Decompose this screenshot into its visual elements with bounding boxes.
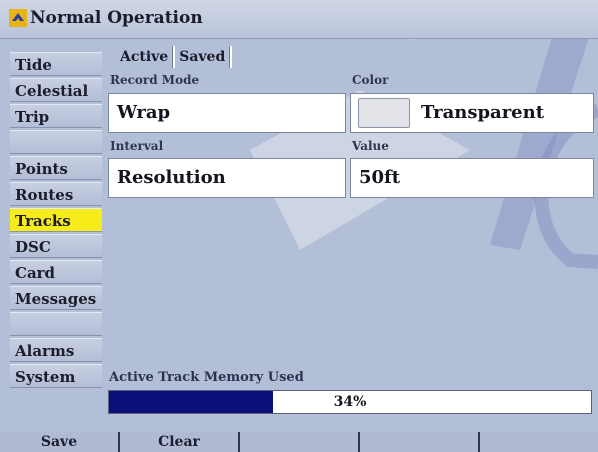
sidebar-item-celestial[interactable]: Celestial <box>10 78 102 102</box>
sidebar-item-disabled-1 <box>10 130 102 154</box>
tab-divider-end <box>229 46 233 68</box>
sidebar-item-tide[interactable]: Tide <box>10 52 102 76</box>
window-title: Normal Operation <box>30 8 203 28</box>
interval-field[interactable]: Resolution <box>108 158 346 198</box>
progress-percent-text: 34% <box>333 394 367 410</box>
tab-bar: Active Saved <box>117 46 233 68</box>
sidebar-item-trip[interactable]: Trip <box>10 104 102 128</box>
tab-divider <box>172 46 176 68</box>
title-bar: Normal Operation <box>0 0 598 39</box>
color-swatch <box>358 98 410 128</box>
softkey-4[interactable] <box>358 432 478 452</box>
tab-saved[interactable]: Saved <box>176 47 228 67</box>
track-memory-progress: 34% <box>108 390 592 414</box>
clear-softkey[interactable]: Clear <box>118 432 238 452</box>
sidebar-item-points[interactable]: Points <box>10 156 102 180</box>
value-field[interactable]: 50ft <box>350 158 594 198</box>
record-mode-field[interactable]: Wrap <box>108 93 346 133</box>
sidebar-item-card[interactable]: Card <box>10 260 102 284</box>
sidebar-item-disabled-2 <box>10 312 102 336</box>
interval-label: Interval <box>110 139 164 153</box>
app-logo-icon <box>9 9 27 27</box>
sidebar-item-alarms[interactable]: Alarms <box>10 338 102 362</box>
sidebar-item-dsc[interactable]: DSC <box>10 234 102 258</box>
save-softkey[interactable]: Save <box>0 432 118 452</box>
color-label: Color <box>352 73 389 87</box>
softkey-5[interactable] <box>478 432 598 452</box>
tab-active[interactable]: Active <box>117 47 171 67</box>
track-memory-label: Active Track Memory Used <box>109 370 304 385</box>
record-mode-label: Record Mode <box>110 73 200 87</box>
softkey-3[interactable] <box>238 432 358 452</box>
sidebar-item-tracks[interactable]: Tracks <box>10 208 102 232</box>
sidebar-item-system[interactable]: System <box>10 364 102 388</box>
value-label: Value <box>352 139 389 153</box>
sidebar-item-routes[interactable]: Routes <box>10 182 102 206</box>
sidebar-menu: Tide Celestial Trip Points Routes Tracks… <box>10 52 102 390</box>
sidebar-item-messages[interactable]: Messages <box>10 286 102 310</box>
softkey-bar: Save Clear <box>0 432 598 452</box>
